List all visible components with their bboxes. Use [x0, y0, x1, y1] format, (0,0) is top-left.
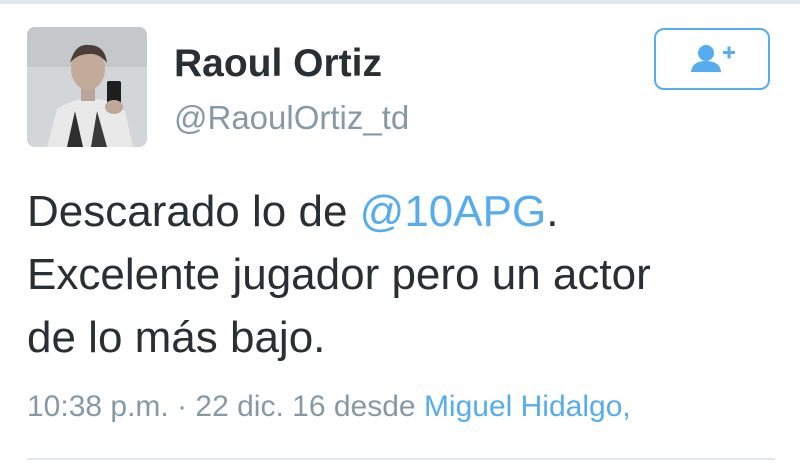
tweet-text-line-1: Descarado lo de @10APG. [27, 180, 777, 243]
tweet-card: Raoul Ortiz @RaoulOrtiz_td Descarado lo … [0, 0, 800, 463]
bottom-divider [27, 458, 775, 460]
source-prefix: desde [325, 390, 424, 423]
tweet-meta: 10:38 p.m. · 22 dic. 16 desde Miguel Hid… [27, 388, 631, 426]
tweet-text-line-2: Excelente jugador pero un actor [27, 250, 651, 299]
tweet-timestamp[interactable]: 10:38 p.m. · 22 dic. 16 [27, 390, 326, 423]
tweet-text-line-3: de lo más bajo. [27, 313, 326, 362]
add-user-icon [691, 45, 735, 72]
tweet-text-suffix: . [546, 187, 559, 236]
user-name[interactable]: Raoul Ortiz [174, 40, 382, 88]
avatar[interactable] [27, 27, 147, 147]
location-link[interactable]: Miguel Hidalgo, [424, 390, 631, 423]
tweet-text: Descarado lo de @10APG. Excelente jugado… [27, 180, 777, 369]
user-handle[interactable]: @RaoulOrtiz_td [174, 98, 409, 138]
tweet-text-prefix: Descarado lo de [27, 187, 360, 236]
avatar-photo-icon [27, 27, 147, 147]
mention-link[interactable]: @10APG [360, 187, 547, 236]
follow-button[interactable] [654, 28, 770, 90]
